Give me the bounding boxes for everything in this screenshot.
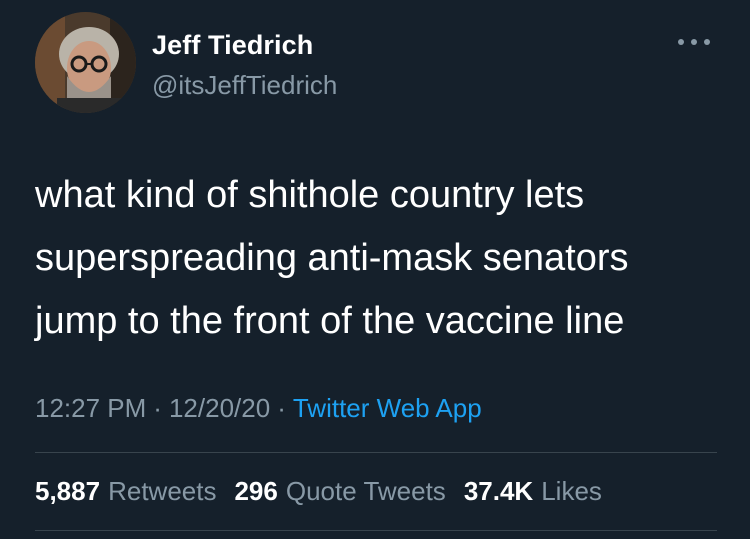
tweet-source-link[interactable]: Twitter Web App (293, 393, 482, 423)
author-handle[interactable]: @itsJeffTiedrich (152, 70, 337, 101)
quote-tweets-count: 296 (234, 476, 278, 506)
quote-tweets-label: Quote Tweets (285, 476, 446, 506)
divider (35, 530, 717, 531)
retweets-stat[interactable]: 5,887 Retweets (35, 476, 216, 507)
likes-count: 37.4K (463, 476, 534, 506)
avatar-image (35, 12, 136, 113)
divider (35, 452, 717, 453)
more-horizontal-icon[interactable] (676, 30, 712, 54)
dot (691, 39, 697, 45)
tweet-stats: 5,887 Retweets 296 Quote Tweets 37.4K Likes (35, 476, 602, 507)
likes-stat[interactable]: 37.4K Likes (464, 476, 602, 507)
dot (704, 39, 710, 45)
tweet-date[interactable]: 12/20/20 (169, 393, 270, 423)
dot (678, 39, 684, 45)
likes-label: Likes (541, 476, 602, 506)
retweets-count: 5,887 (35, 476, 101, 506)
tweet-card: Jeff Tiedrich @itsJeffTiedrich what kind… (0, 0, 750, 539)
tweet-time[interactable]: 12:27 PM (35, 393, 146, 423)
meta-separator: · (153, 393, 162, 423)
quote-tweets-stat[interactable]: 296 Quote Tweets (234, 476, 445, 507)
meta-separator: · (277, 393, 286, 423)
tweet-text: what kind of shithole country lets super… (35, 174, 629, 342)
tweet-meta: 12:27 PM · 12/20/20 · Twitter Web App (35, 393, 482, 424)
avatar[interactable] (35, 12, 136, 113)
retweets-label: Retweets (108, 476, 217, 506)
author-display-name[interactable]: Jeff Tiedrich (152, 30, 313, 61)
